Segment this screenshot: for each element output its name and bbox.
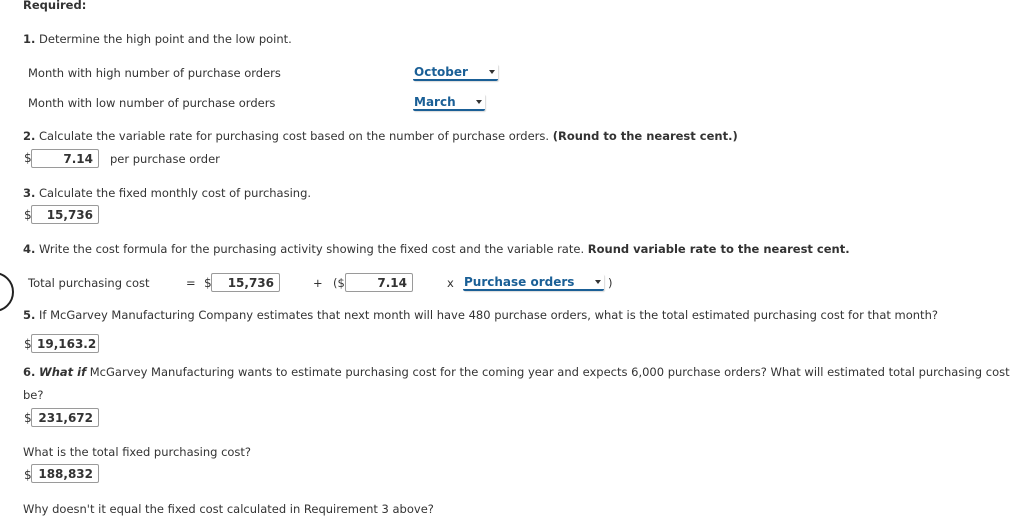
formula-open-paren: ($ [333, 276, 345, 290]
q6-text: McGarvey Manufacturing wants to estimate… [86, 365, 1010, 379]
cost-driver-select[interactable]: Purchase orders [463, 274, 604, 291]
q6-what-if: What if [39, 365, 87, 379]
q4-number: 4. [23, 242, 36, 256]
formula-close-paren: ) [608, 276, 613, 290]
q5-text: If McGarvey Manufacturing Company estima… [35, 308, 938, 322]
total-fixed-cost-input[interactable]: 188,832 [31, 464, 99, 483]
variable-rate-input[interactable]: 7.14 [31, 149, 99, 168]
q3-prompt: 3. Calculate the fixed monthly cost of p… [23, 186, 311, 200]
formula-equals: = [186, 276, 196, 290]
q4-text: Write the cost formula for the purchasin… [35, 242, 588, 256]
formula-rate-input[interactable]: 7.14 [345, 273, 413, 292]
q2-prompt: 2. Calculate the variable rate for purch… [23, 129, 738, 143]
q3-text: Calculate the fixed monthly cost of purc… [35, 186, 312, 200]
fixed-cost-input[interactable]: 15,736 [31, 205, 99, 224]
low-month-value: March [414, 95, 456, 109]
chevron-down-icon [476, 100, 482, 104]
fixed-question: What is the total fixed purchasing cost? [23, 445, 252, 459]
q4-prompt: 4. Write the cost formula for the purcha… [23, 242, 850, 256]
annual-estimate-input[interactable]: 231,672 [31, 408, 99, 427]
chevron-down-icon [595, 280, 601, 284]
cursor-ring-icon [0, 272, 14, 312]
high-month-label: Month with high number of purchase order… [28, 66, 281, 80]
q1-text: Determine the high point and the low poi… [35, 32, 292, 46]
required-heading: Required: [23, 0, 87, 12]
q2-text: Calculate the variable rate for purchasi… [35, 129, 553, 143]
formula-plus: + [313, 276, 323, 290]
q5-prompt: 5. If McGarvey Manufacturing Company est… [23, 308, 938, 322]
q6-text-cont: be? [23, 388, 44, 402]
q5-number: 5. [23, 308, 36, 322]
monthly-estimate-input[interactable]: 19,163.2 [31, 334, 99, 353]
low-month-label: Month with low number of purchase orders [28, 96, 276, 110]
q1-prompt: 1. Determine the high point and the low … [23, 32, 292, 46]
high-month-select[interactable]: October [413, 64, 498, 81]
low-month-select[interactable]: March [413, 94, 485, 111]
cost-driver-value: Purchase orders [464, 275, 575, 289]
q3-number: 3. [23, 186, 36, 200]
formula-label: Total purchasing cost [28, 276, 150, 290]
q2-unit: per purchase order [110, 152, 220, 166]
q2-number: 2. [23, 129, 36, 143]
chevron-down-icon [489, 70, 495, 74]
q6-prompt: 6. What if McGarvey Manufacturing wants … [23, 365, 1010, 379]
formula-times: x [447, 276, 454, 290]
why-question: Why doesn't it equal the fixed cost calc… [23, 502, 434, 516]
q1-number: 1. [23, 32, 36, 46]
q6-number: 6. [23, 365, 36, 379]
formula-fixed-input[interactable]: 15,736 [211, 273, 280, 292]
q2-instruction: (Round to the nearest cent.) [552, 129, 738, 143]
high-month-value: October [414, 65, 468, 79]
q4-instruction: Round variable rate to the nearest cent. [587, 242, 850, 256]
